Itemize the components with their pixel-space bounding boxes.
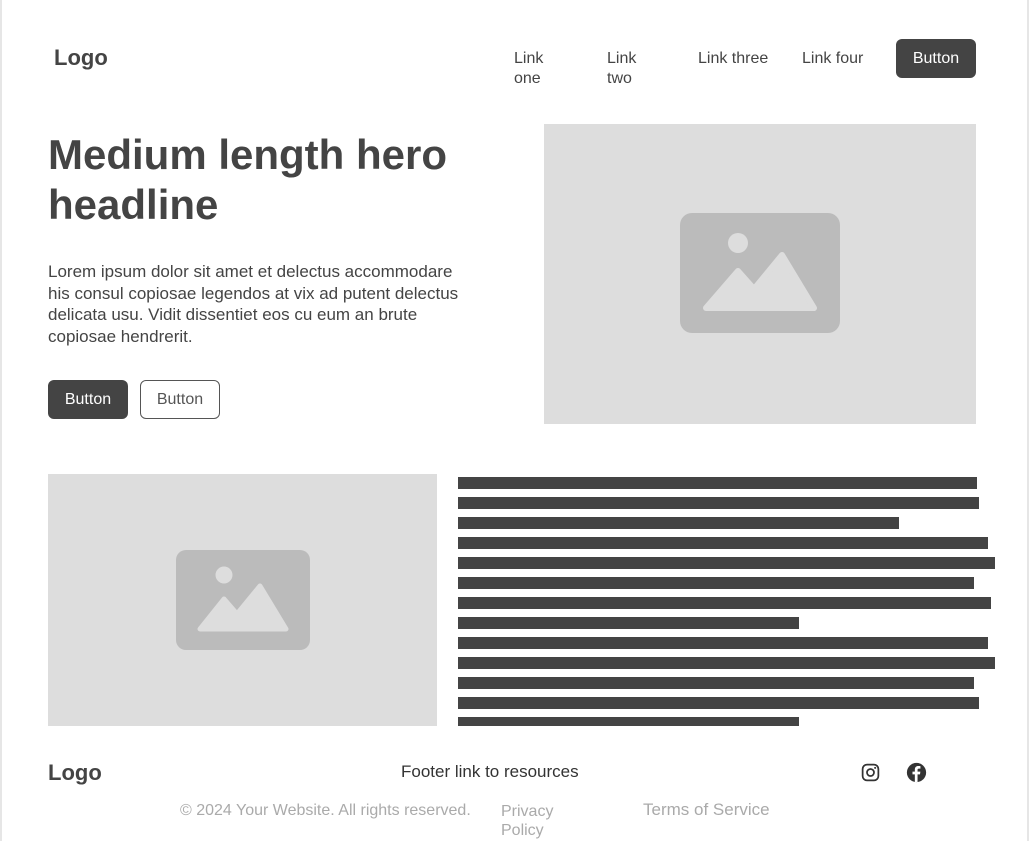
facebook-icon[interactable] bbox=[906, 762, 927, 783]
hero-body-text: Lorem ipsum dolor sit amet et delectus a… bbox=[48, 262, 459, 346]
nav-link-three[interactable]: Link three bbox=[698, 49, 768, 69]
placeholder-text-block bbox=[458, 477, 998, 726]
footer-resources-link[interactable]: Footer link to resources bbox=[401, 762, 579, 782]
placeholder-text-line bbox=[458, 677, 974, 689]
hero-secondary-button[interactable]: Button bbox=[140, 380, 220, 419]
image-placeholder-icon bbox=[680, 213, 840, 333]
image-placeholder-icon bbox=[176, 550, 310, 650]
placeholder-text-line bbox=[458, 697, 979, 709]
feature-image bbox=[48, 474, 437, 726]
placeholder-text-line bbox=[458, 537, 988, 549]
privacy-policy-link[interactable]: Privacy Policy bbox=[501, 802, 565, 840]
placeholder-text-line bbox=[458, 617, 799, 629]
page-frame-left bbox=[0, 0, 2, 841]
placeholder-text-line bbox=[458, 557, 995, 569]
hero-headline: Medium length hero headline bbox=[48, 131, 447, 228]
placeholder-text-line bbox=[458, 717, 799, 726]
placeholder-text-line bbox=[458, 577, 974, 589]
footer-logo[interactable]: Logo bbox=[48, 760, 102, 786]
nav-link-one[interactable]: Link one bbox=[514, 49, 562, 89]
terms-of-service-link[interactable]: Terms of Service bbox=[643, 800, 770, 820]
hero-primary-button[interactable]: Button bbox=[48, 380, 128, 419]
instagram-icon[interactable] bbox=[860, 762, 881, 783]
header-cta-button[interactable]: Button bbox=[896, 39, 976, 78]
placeholder-text-line bbox=[458, 597, 991, 609]
header-logo[interactable]: Logo bbox=[54, 45, 108, 71]
copyright-text: © 2024 Your Website. All rights reserved… bbox=[180, 802, 471, 819]
hero-image bbox=[544, 124, 976, 424]
placeholder-text-line bbox=[458, 497, 979, 509]
placeholder-text-line bbox=[458, 637, 988, 649]
placeholder-text-line bbox=[458, 477, 977, 489]
nav-link-four[interactable]: Link four bbox=[802, 49, 863, 69]
nav-link-two[interactable]: Link two bbox=[607, 49, 647, 89]
placeholder-text-line bbox=[458, 517, 899, 529]
placeholder-text-line bbox=[458, 657, 995, 669]
